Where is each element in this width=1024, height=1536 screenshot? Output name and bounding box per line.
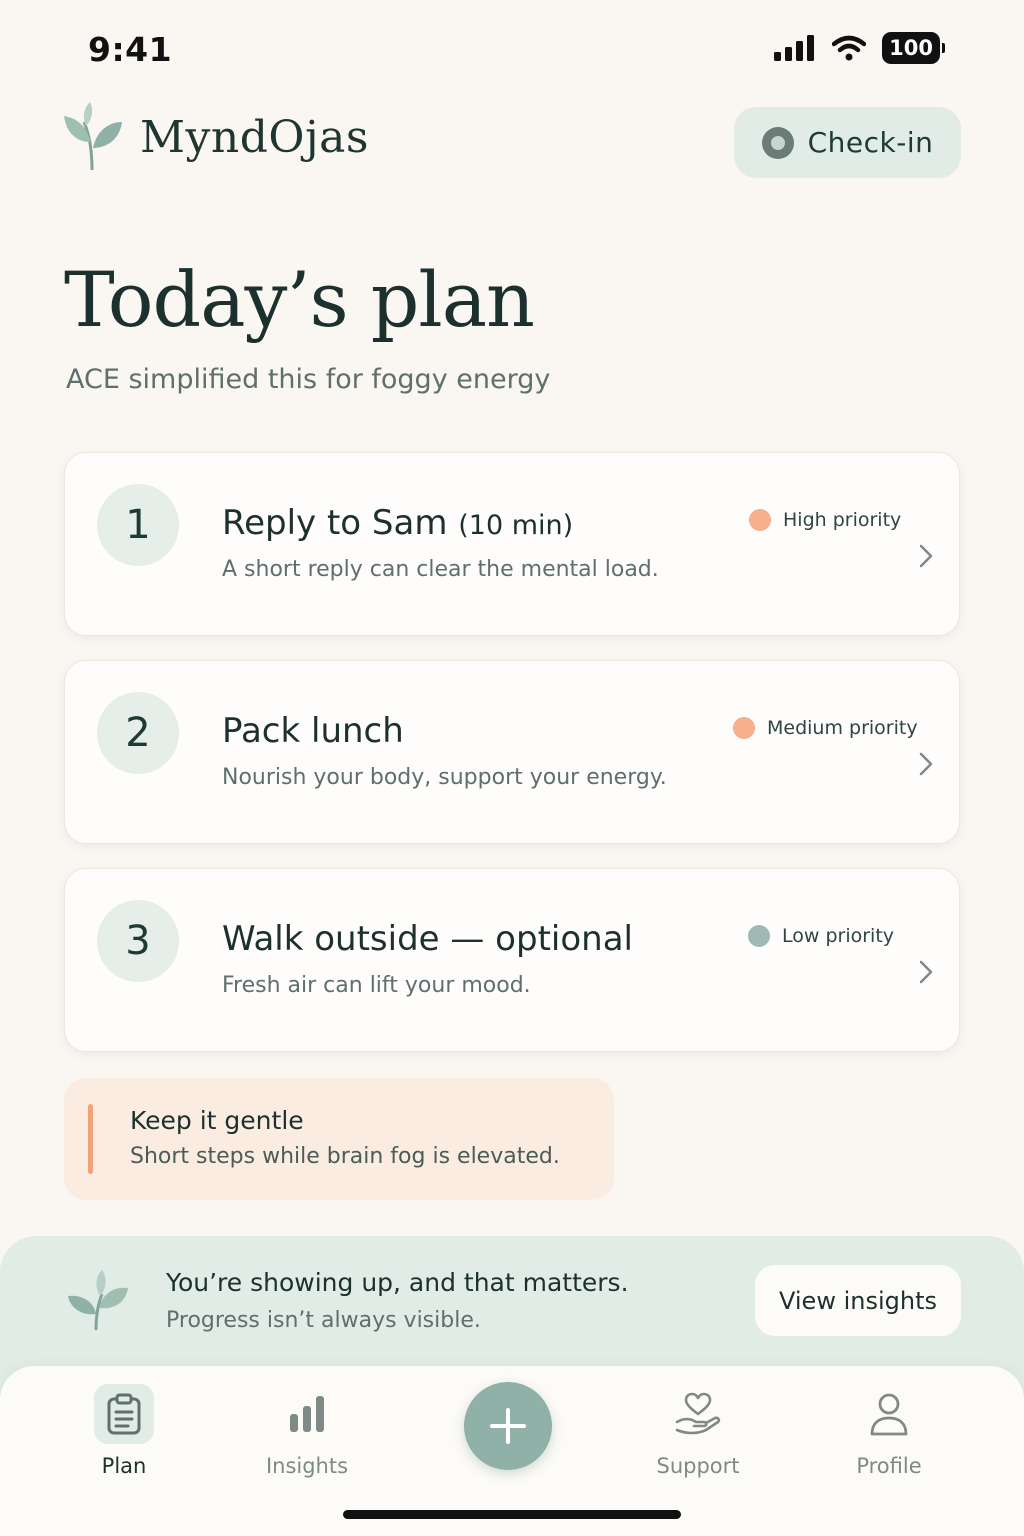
brand: MyndOjas [62,102,369,172]
record-dot-icon [761,126,794,159]
priority-dot [748,925,770,947]
status-icons: 100 [774,32,945,64]
task-duration: (10 min) [458,510,574,541]
nav-item-support[interactable]: Support [618,1384,778,1478]
gentle-note-text: Short steps while brain fog is elevated. [130,1144,560,1169]
view-insights-button[interactable]: View insights [755,1265,961,1336]
chevron-right-icon [919,960,933,984]
task-title-text: Pack lunch [222,711,404,751]
nav-icon-wrap [277,1384,337,1444]
priority-badge: High priority [749,509,901,531]
priority-label: High priority [783,509,902,531]
app-name: MyndOjas [140,111,369,163]
priority-badge: Medium priority [733,717,918,739]
task-title: Reply to Sam (10 min) [222,503,573,543]
priority-badge: Low priority [748,925,894,947]
accent-bar [88,1104,93,1174]
plus-icon [490,1408,526,1444]
task-description: A short reply can clear the mental load. [222,557,659,582]
clipboard-icon [107,1393,141,1435]
nav-label-profile: Profile [856,1454,922,1478]
chevron-right-icon [919,544,933,568]
check-in-button[interactable]: Check-in [734,107,961,178]
person-icon [870,1393,908,1436]
leaf-logo-icon [64,102,122,171]
task-number-badge: 2 [97,692,179,774]
heart-hand-icon [675,1392,721,1435]
nav-item-profile[interactable]: Profile [809,1384,969,1478]
priority-label: Medium priority [767,717,918,739]
task-card-2[interactable]: 2 Pack lunch Nourish your body, support … [64,660,960,844]
check-in-label: Check-in [807,126,934,159]
chevron-right-icon [919,752,933,776]
home-indicator[interactable] [343,1510,681,1519]
gentle-note: Keep it gentle Short steps while brain f… [64,1078,614,1200]
nav-item-insights[interactable]: Insights [227,1384,387,1478]
battery-level: 100 [889,36,933,60]
task-title-text: Walk outside — optional [222,919,633,959]
encouragement-text: Progress isn’t always visible. [166,1308,481,1333]
task-title-text: Reply to Sam [222,503,448,543]
nav-icon-wrap [668,1384,728,1444]
nav-label-plan: Plan [101,1454,147,1478]
priority-dot [749,509,771,531]
priority-label: Low priority [782,925,895,947]
bottom-nav: Plan Insights Support Profile [0,1366,1024,1536]
nav-icon-wrap [94,1384,154,1444]
battery-indicator: 100 [882,32,945,64]
task-card-3[interactable]: 3 Walk outside — optional Fresh air can … [64,868,960,1052]
add-button[interactable] [464,1382,552,1470]
task-description: Fresh air can lift your mood. [222,973,531,998]
priority-dot [733,717,755,739]
nav-label-support: Support [656,1454,740,1478]
task-title: Pack lunch [222,711,404,751]
nav-icon-wrap [859,1384,919,1444]
encouragement-title: You’re showing up, and that matters. [166,1268,629,1297]
task-number-badge: 3 [97,900,179,982]
nav-label-insights: Insights [265,1454,349,1478]
task-title: Walk outside — optional [222,919,633,959]
nav-item-plan[interactable]: Plan [44,1384,204,1478]
page-title: Today’s plan [64,255,535,344]
sprout-icon [68,1270,128,1331]
signal-icon [774,35,815,61]
plan-screen: 9:41 100 MyndOjas Check-in Today’s plan … [0,0,1024,1536]
page-subtitle: ACE simplified this for foggy energy [66,364,551,395]
gentle-note-title: Keep it gentle [130,1106,304,1135]
task-description: Nourish your body, support your energy. [222,765,667,790]
wifi-icon [832,35,867,61]
task-number-badge: 1 [97,484,179,566]
bar-chart-icon [290,1396,324,1432]
status-time: 9:41 [88,30,173,69]
task-card-1[interactable]: 1 Reply to Sam (10 min) A short reply ca… [64,452,960,636]
